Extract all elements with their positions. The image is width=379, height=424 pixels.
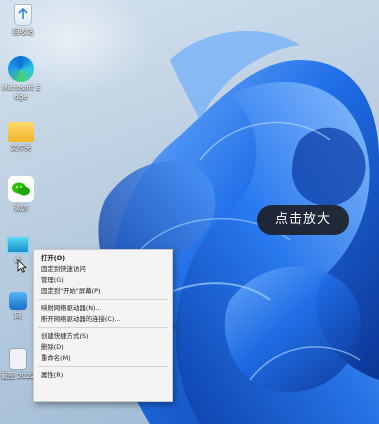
- context-menu-item[interactable]: 创建快捷方式(S): [34, 331, 172, 341]
- context-menu-item[interactable]: 删除(D): [34, 342, 172, 352]
- network-icon: [9, 292, 27, 310]
- context-menu-item[interactable]: 固定到"开始"屏幕(P): [34, 286, 172, 296]
- desktop-icon-edge[interactable]: Microsoft Edge: [1, 56, 41, 102]
- image-file-icon: [9, 348, 27, 370]
- mouse-cursor-icon: [17, 258, 27, 277]
- desktop-icon-label: Microsoft Edge: [1, 84, 41, 101]
- context-menu-item[interactable]: 打开(O): [34, 253, 172, 263]
- folder-icon: [8, 122, 34, 142]
- context-menu-item[interactable]: 重命名(M): [34, 353, 172, 363]
- desktop-icon-label: 微信: [14, 204, 28, 212]
- wechat-icon: [8, 176, 34, 202]
- menu-separator: [38, 366, 168, 367]
- context-menu-item[interactable]: 固定到快速访问: [34, 264, 172, 274]
- zoom-hint-badge[interactable]: 点击放大: [257, 205, 349, 235]
- context-menu-item[interactable]: 属性(R): [34, 370, 172, 380]
- context-menu: 打开(O) 固定到快速访问 管理(G) 固定到"开始"屏幕(P) 映射网络驱动器(N).…: [33, 249, 173, 402]
- desktop-icon-recycle-bin[interactable]: 回收站: [3, 2, 43, 37]
- desktop-icon-folder[interactable]: 文件夹: [1, 118, 41, 153]
- context-menu-item[interactable]: 映射网络驱动器(N)...: [34, 303, 172, 313]
- recycle-bin-icon: [14, 4, 32, 26]
- monitor-icon: [6, 236, 30, 254]
- menu-separator: [38, 327, 168, 328]
- edge-icon: [8, 56, 34, 82]
- desktop-icon-wechat[interactable]: 微信: [1, 176, 41, 213]
- menu-separator: [38, 299, 168, 300]
- context-menu-item[interactable]: 断开网络驱动器的连接(C)...: [34, 314, 172, 324]
- desktop-icon-label: 文件夹: [10, 144, 32, 152]
- desktop-icon-label: 回收站: [12, 28, 34, 36]
- context-menu-item[interactable]: 管理(G): [34, 275, 172, 285]
